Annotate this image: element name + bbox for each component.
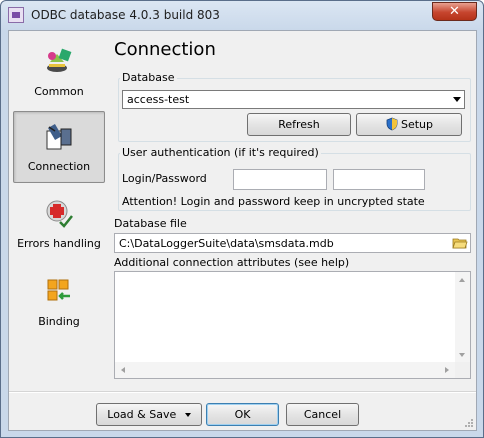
sidebar-item-errors[interactable]: Errors handling — [13, 189, 105, 261]
errors-icon — [46, 200, 73, 228]
sidebar-item-common[interactable]: Common — [13, 37, 105, 109]
database-file-input[interactable]: C:\DataLoggerSuite\data\smsdata.mdb — [114, 233, 471, 253]
database-file-value: C:\DataLoggerSuite\data\smsdata.mdb — [119, 237, 334, 250]
vertical-scrollbar[interactable] — [455, 272, 470, 363]
sidebar-item-binding[interactable]: Binding — [13, 267, 105, 339]
connection-icon — [46, 123, 72, 150]
database-select[interactable]: access-test — [122, 90, 465, 109]
sidebar-item-label: Binding — [38, 315, 80, 328]
database-label: Database — [120, 71, 177, 84]
scroll-down-icon[interactable] — [459, 353, 465, 357]
dialog-client: Common Connection Errors handling Bindin… — [8, 30, 477, 431]
attributes-label: Additional connection attributes (see he… — [114, 256, 350, 269]
footer-separator — [9, 391, 476, 393]
sidebar-item-connection[interactable]: Connection — [13, 111, 105, 183]
shield-icon — [386, 117, 398, 131]
scroll-left-icon[interactable] — [121, 367, 125, 373]
sidebar: Common Connection Errors handling Bindin… — [9, 31, 113, 391]
ok-button[interactable]: OK — [206, 403, 279, 426]
chevron-down-icon — [453, 97, 461, 102]
resize-grip-icon[interactable] — [464, 418, 474, 428]
login-input[interactable] — [233, 169, 327, 190]
attributes-textarea[interactable] — [114, 271, 471, 379]
sidebar-item-label: Common — [34, 85, 84, 98]
horizontal-scrollbar[interactable] — [115, 362, 455, 378]
scroll-right-icon[interactable] — [445, 367, 449, 373]
scroll-up-icon[interactable] — [459, 278, 465, 282]
sidebar-item-label: Errors handling — [17, 237, 101, 250]
database-file-label: Database file — [114, 217, 187, 230]
password-input[interactable] — [333, 169, 425, 190]
database-select-value: access-test — [127, 93, 190, 106]
page-title: Connection — [114, 39, 216, 60]
window-title: ODBC database 4.0.3 build 803 — [31, 8, 220, 22]
auth-label: User authentication (if it's required) — [120, 146, 321, 159]
dialog-window: ODBC database 4.0.3 build 803 ✕ Common C… — [0, 0, 484, 438]
load-save-label: Load & Save — [107, 408, 177, 421]
cancel-button[interactable]: Cancel — [286, 403, 359, 426]
title-bar[interactable]: ODBC database 4.0.3 build 803 ✕ — [1, 1, 483, 29]
common-icon — [47, 48, 72, 72]
setup-button-label: Setup — [400, 118, 434, 131]
binding-icon — [47, 279, 70, 301]
setup-button[interactable]: Setup — [356, 113, 462, 136]
sidebar-item-label: Connection — [27, 160, 91, 173]
folder-open-icon[interactable] — [452, 236, 468, 250]
auth-note: Attention! Login and password keep in un… — [122, 195, 425, 208]
app-icon — [8, 7, 24, 23]
refresh-button[interactable]: Refresh — [247, 113, 351, 136]
close-button[interactable]: ✕ — [432, 2, 477, 21]
login-password-label: Login/Password — [122, 172, 207, 185]
load-save-button[interactable]: Load & Save — [96, 403, 202, 426]
scroll-corner — [455, 362, 470, 378]
chevron-down-icon — [184, 413, 191, 417]
